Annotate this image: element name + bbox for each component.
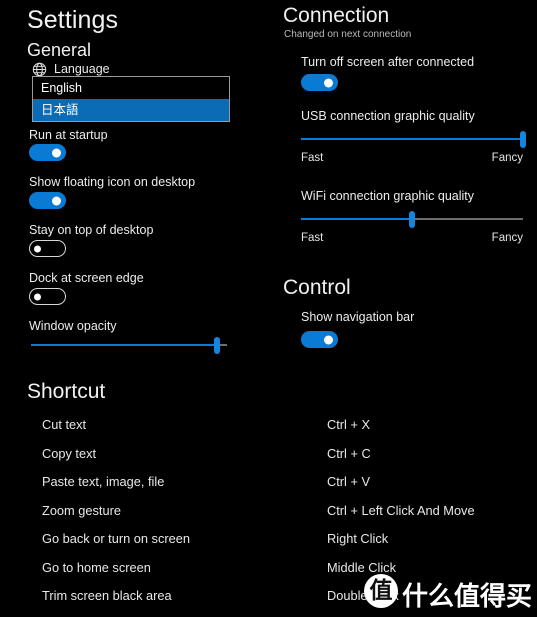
- settings-window: Settings General Language English 日本語 Ru…: [0, 0, 537, 617]
- toggle-knob: [324, 335, 333, 344]
- shortcut-action: Paste text, image, file: [42, 474, 165, 489]
- shortcut-keys: Ctrl + Left Click And Move: [327, 502, 475, 518]
- toggle-knob: [34, 245, 41, 252]
- usb-slider-max-label: Fancy: [491, 152, 523, 164]
- slider-fill: [31, 344, 218, 346]
- table-row: Go to home screen Middle Click: [0, 557, 537, 586]
- usb-quality-slider[interactable]: [301, 130, 526, 148]
- language-label: Language: [54, 62, 110, 77]
- shortcut-action: Cut text: [42, 417, 87, 432]
- table-row: Paste text, image, file Ctrl + V: [0, 471, 537, 500]
- shortcut-keys: Right Click: [327, 531, 389, 546]
- shortcut-table: Cut text Ctrl + X Copy text Ctrl + C Pas…: [0, 414, 537, 614]
- shortcut-action: Copy text: [42, 445, 97, 461]
- wifi-slider-min-label: Fast: [301, 232, 324, 244]
- slider-thumb[interactable]: [520, 130, 526, 148]
- toggle-knob: [52, 196, 61, 205]
- table-row: Go back or turn on screen Right Click: [0, 528, 537, 557]
- table-row: Trim screen black area Double Click: [0, 585, 537, 614]
- shortcut-action: Trim screen black area: [42, 588, 172, 603]
- shortcut-heading: Shortcut: [27, 380, 106, 403]
- connection-note: Changed on next connection: [284, 29, 412, 40]
- wifi-slider-scale: Fast Fancy: [301, 232, 523, 248]
- toggle-knob: [34, 293, 41, 300]
- usb-slider-scale: Fast Fancy: [301, 152, 523, 168]
- general-heading: General: [27, 40, 92, 60]
- dock-at-screen-edge-toggle[interactable]: [29, 288, 66, 305]
- slider-thumb[interactable]: [409, 210, 415, 228]
- shortcut-keys: Ctrl + X: [327, 417, 371, 432]
- wifi-quality-label: WiFi connection graphic quality: [301, 189, 474, 203]
- stay-on-top-toggle[interactable]: [29, 240, 66, 257]
- table-row: Zoom gesture Ctrl + Left Click And Move: [0, 500, 537, 529]
- slider-thumb[interactable]: [214, 336, 221, 354]
- usb-slider-min-label: Fast: [301, 152, 324, 164]
- shortcut-keys: Ctrl + C: [327, 445, 371, 461]
- shortcut-keys: Middle Click: [327, 559, 396, 575]
- slider-fill: [301, 218, 412, 220]
- toggle-knob: [324, 78, 333, 87]
- slider-fill: [301, 138, 523, 140]
- language-option-english[interactable]: English: [33, 77, 229, 99]
- language-option-japanese[interactable]: 日本語: [33, 99, 229, 121]
- table-row: Copy text Ctrl + C: [0, 443, 537, 472]
- page-title: Settings: [27, 6, 119, 34]
- control-heading: Control: [283, 276, 351, 299]
- show-floating-icon-toggle[interactable]: [29, 192, 66, 209]
- language-dropdown-list[interactable]: English 日本語: [32, 76, 230, 122]
- show-floating-icon-label: Show floating icon on desktop: [29, 175, 196, 189]
- show-navigation-bar-label: Show navigation bar: [301, 310, 415, 324]
- wifi-slider-max-label: Fancy: [491, 232, 523, 244]
- shortcut-keys: Ctrl + V: [327, 474, 371, 489]
- stay-on-top-label: Stay on top of desktop: [29, 223, 154, 237]
- dock-at-screen-edge-label: Dock at screen edge: [29, 271, 144, 285]
- window-opacity-label: Window opacity: [29, 319, 117, 333]
- shortcut-action: Zoom gesture: [42, 502, 121, 518]
- table-row: Cut text Ctrl + X: [0, 414, 537, 443]
- connection-heading: Connection: [283, 4, 390, 27]
- general-column: Settings General Language English 日本語 Ru…: [0, 0, 272, 372]
- shortcut-keys: Double Click: [327, 588, 399, 603]
- connection-column: Connection Changed on next connection Tu…: [272, 0, 537, 372]
- wifi-quality-slider[interactable]: [301, 210, 523, 228]
- window-opacity-slider[interactable]: [31, 336, 227, 354]
- turn-off-screen-toggle[interactable]: [301, 74, 338, 91]
- shortcut-action: Go back or turn on screen: [42, 531, 190, 546]
- language-setting-row[interactable]: Language: [32, 62, 110, 77]
- toggle-knob: [52, 148, 61, 157]
- run-at-startup-label: Run at startup: [29, 128, 108, 142]
- run-at-startup-toggle[interactable]: [29, 144, 66, 161]
- globe-icon: [32, 62, 47, 77]
- usb-quality-label: USB connection graphic quality: [301, 109, 475, 123]
- shortcut-action: Go to home screen: [42, 559, 151, 575]
- turn-off-screen-label: Turn off screen after connected: [301, 55, 475, 69]
- show-navigation-bar-toggle[interactable]: [301, 331, 338, 348]
